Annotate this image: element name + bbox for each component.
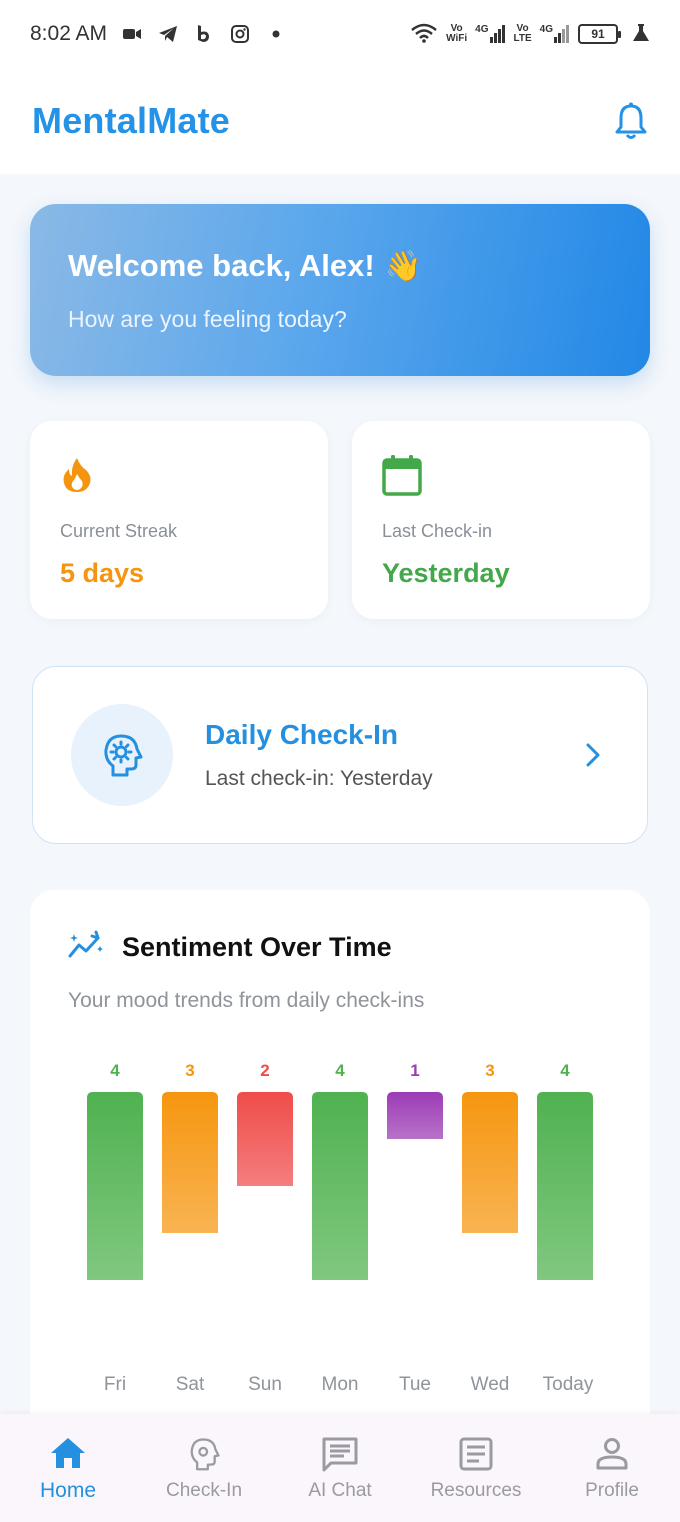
app-title: MentalMate — [32, 100, 231, 141]
chart-bar-fri — [87, 1092, 143, 1280]
nav-resources-label: Resources — [430, 1480, 522, 1501]
chart-category-label: Mon — [322, 1374, 359, 1395]
calendar-icon — [382, 453, 426, 497]
nav-profile-label: Profile — [585, 1480, 639, 1501]
chart-category-label: Wed — [471, 1374, 510, 1395]
chevron-right-icon[interactable] — [585, 740, 609, 770]
last-checkin-value: Yesterday — [382, 558, 510, 588]
nav-ai-chat[interactable]: AI Chat — [272, 1434, 408, 1502]
nav-profile[interactable]: Profile — [544, 1434, 680, 1502]
app-bar: MentalMate — [0, 68, 680, 174]
nav-ai-chat-label: AI Chat — [308, 1480, 372, 1501]
streak-card: Current Streak 5 days — [30, 421, 328, 619]
status-bar: 8:02 AM Vo WiFi 4G Vo LTE 4G 91 — [0, 0, 680, 68]
chart-bar-tue — [387, 1092, 443, 1139]
dot-icon — [265, 23, 287, 45]
chart-category-label: Fri — [104, 1374, 126, 1395]
chart-value-label: 3 — [185, 1061, 194, 1080]
trend-sparkle-icon — [68, 930, 104, 965]
home-icon — [48, 1433, 88, 1473]
chat-icon — [320, 1434, 360, 1474]
sentiment-subtitle: Your mood trends from daily check-ins — [68, 989, 425, 1012]
wifi-icon — [410, 23, 438, 46]
b-icon — [193, 23, 215, 45]
signal-icon: 4G — [475, 25, 505, 43]
bottom-navigation: Home Check-In AI Chat Resources Profile — [0, 1414, 680, 1522]
nav-home[interactable]: Home — [0, 1433, 136, 1503]
welcome-card: Welcome back, Alex! 👋 How are you feelin… — [30, 204, 650, 376]
signal-icon: 4G — [540, 25, 570, 43]
nav-home-label: Home — [39, 1479, 97, 1502]
chart-category-label: Today — [543, 1374, 594, 1395]
daily-checkin-card[interactable]: Daily Check-In Last check-in: Yesterday — [32, 666, 648, 844]
bell-icon[interactable] — [614, 101, 648, 141]
checkin-icon-circle — [71, 704, 173, 806]
chart-value-label: 4 — [335, 1061, 345, 1080]
welcome-subtitle: How are you feeling today? — [68, 306, 347, 332]
person-icon — [592, 1434, 632, 1474]
chart-bar-wed — [462, 1092, 518, 1233]
nav-resources[interactable]: Resources — [408, 1434, 544, 1502]
chart-category-label: Sun — [248, 1374, 282, 1395]
battery-indicator: 91 — [578, 24, 621, 44]
chart-value-label: 1 — [410, 1061, 419, 1080]
chart-value-label: 4 — [560, 1061, 570, 1080]
volte-wifi-indicator: Vo WiFi — [446, 23, 468, 44]
last-checkin-card: Last Check-in Yesterday — [352, 421, 650, 619]
checkin-subtitle: Last check-in: Yesterday — [205, 767, 433, 790]
chart-value-label: 4 — [110, 1061, 120, 1080]
chart-bar-today — [537, 1092, 593, 1280]
sentiment-title: Sentiment Over Time — [122, 932, 392, 962]
brain-gear-icon — [104, 734, 143, 777]
welcome-text: Welcome back, Alex! — [68, 248, 375, 283]
instagram-icon — [229, 23, 251, 45]
waving-hand-icon: 👋 — [384, 249, 423, 283]
checkin-title: Daily Check-In — [205, 719, 398, 750]
nav-check-in[interactable]: Check-In — [136, 1434, 272, 1502]
chart-bar-sun — [237, 1092, 293, 1186]
video-icon — [121, 23, 143, 45]
nav-check-in-label: Check-In — [165, 1480, 243, 1501]
last-checkin-label: Last Check-in — [382, 521, 493, 541]
chart-category-label: Tue — [399, 1374, 431, 1395]
streak-value: 5 days — [60, 558, 145, 588]
chart-value-label: 3 — [485, 1061, 494, 1080]
fire-icon — [60, 453, 104, 497]
streak-label: Current Streak — [60, 521, 178, 541]
status-time: 8:02 AM — [30, 22, 108, 45]
chart-bar-mon — [312, 1092, 368, 1280]
welcome-title: Welcome back, Alex! 👋 — [68, 248, 612, 284]
telegram-icon — [157, 23, 179, 45]
chart-bar-sat — [162, 1092, 218, 1233]
flask-icon — [632, 23, 650, 46]
article-icon — [456, 1434, 496, 1474]
brain-gear-icon — [184, 1434, 224, 1474]
volte-indicator: Vo LTE — [513, 23, 532, 44]
chart-category-label: Sat — [176, 1374, 205, 1395]
chart-value-label: 2 — [260, 1061, 269, 1080]
